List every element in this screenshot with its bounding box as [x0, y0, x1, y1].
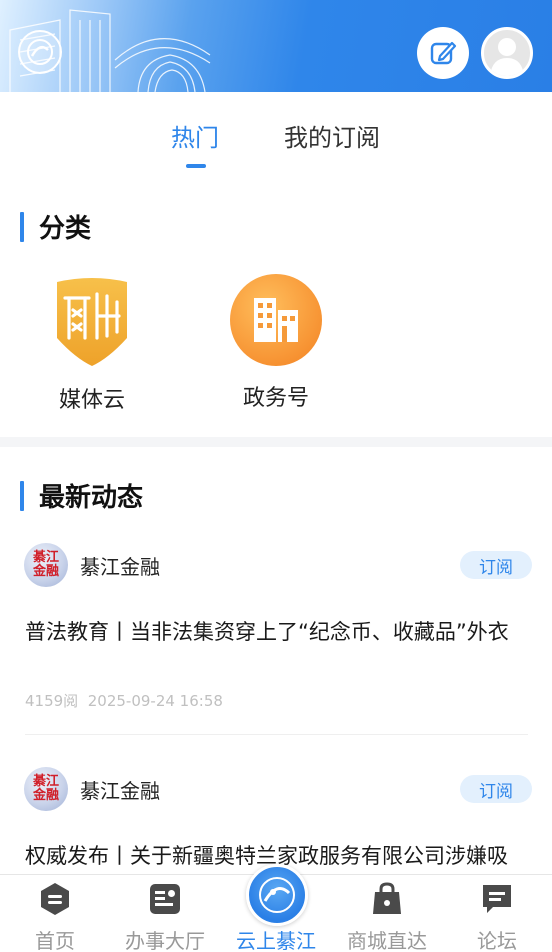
app-header [0, 0, 552, 92]
news-meta: 4159阅 2025-09-24 16:58 [25, 690, 223, 711]
news-separator [25, 734, 528, 735]
section-accent-bar [20, 211, 24, 242]
source-name[interactable]: 綦江金融 [80, 775, 160, 804]
home-icon [41, 883, 69, 915]
forum-icon [483, 885, 511, 913]
user-avatar-icon [490, 38, 524, 76]
section-divider [0, 437, 552, 447]
nav-label: 商城直达 [347, 929, 427, 952]
user-avatar-button[interactable] [481, 27, 533, 79]
categories-section-title: 分类 [20, 208, 91, 245]
edit-icon [430, 41, 457, 65]
news-item[interactable]: 綦江金融 綦江金融 订阅 权威发布丨关于新疆奥特兰家政服务有限公司涉嫌吸 [0, 766, 552, 874]
nav-forum[interactable]: 论坛 [442, 875, 552, 952]
edit-button[interactable] [417, 27, 469, 79]
category-government[interactable]: 政务号 [216, 274, 336, 412]
subscribe-button[interactable]: 订阅 [460, 775, 532, 803]
tab-hot[interactable]: 热门 [171, 118, 219, 153]
nav-label: 论坛 [477, 929, 517, 952]
source-avatar[interactable]: 綦江金融 [24, 767, 68, 811]
active-tab-indicator [186, 164, 206, 168]
cloud-qijiang-icon[interactable] [246, 864, 308, 926]
media-cloud-icon [57, 278, 127, 366]
nav-home[interactable]: 首页 [0, 875, 110, 952]
category-label: 媒体云 [58, 388, 125, 413]
nav-shopping[interactable]: 商城直达 [332, 875, 442, 952]
news-item[interactable]: 綦江金融 綦江金融 订阅 普法教育丨当非法集资穿上了“纪念币、收藏品”外衣 41… [0, 542, 552, 736]
source-name[interactable]: 綦江金融 [80, 551, 160, 580]
read-count: 4159阅 [25, 692, 79, 710]
nav-label: 首页 [35, 929, 75, 952]
subscribe-button[interactable]: 订阅 [460, 551, 532, 579]
category-media-cloud[interactable]: 媒体云 [32, 276, 152, 414]
government-building-icon [230, 274, 322, 366]
categories-title: 分类 [39, 214, 92, 244]
category-label: 政务号 [242, 386, 309, 411]
publish-time: 2025-09-24 16:58 [87, 692, 223, 710]
nav-label: 办事大厅 [125, 929, 205, 952]
top-tabs: 热门 我的订阅 [0, 92, 552, 172]
tab-my-subscriptions[interactable]: 我的订阅 [284, 118, 380, 153]
qijiang-logo-icon[interactable] [18, 30, 62, 74]
news-source-row: 綦江金融 綦江金融 [24, 766, 160, 812]
shopping-bag-icon [373, 882, 401, 914]
service-hall-icon [150, 884, 180, 914]
latest-section-title: 最新动态 [20, 477, 143, 514]
news-title[interactable]: 普法教育丨当非法集资穿上了“纪念币、收藏品”外衣 [25, 616, 535, 646]
news-source-row: 綦江金融 綦江金融 [24, 542, 160, 588]
nav-label: 云上綦江 [236, 929, 316, 952]
nav-service-hall[interactable]: 办事大厅 [110, 875, 220, 952]
section-accent-bar [20, 480, 24, 511]
source-avatar[interactable]: 綦江金融 [24, 543, 68, 587]
latest-title: 最新动态 [39, 483, 144, 513]
